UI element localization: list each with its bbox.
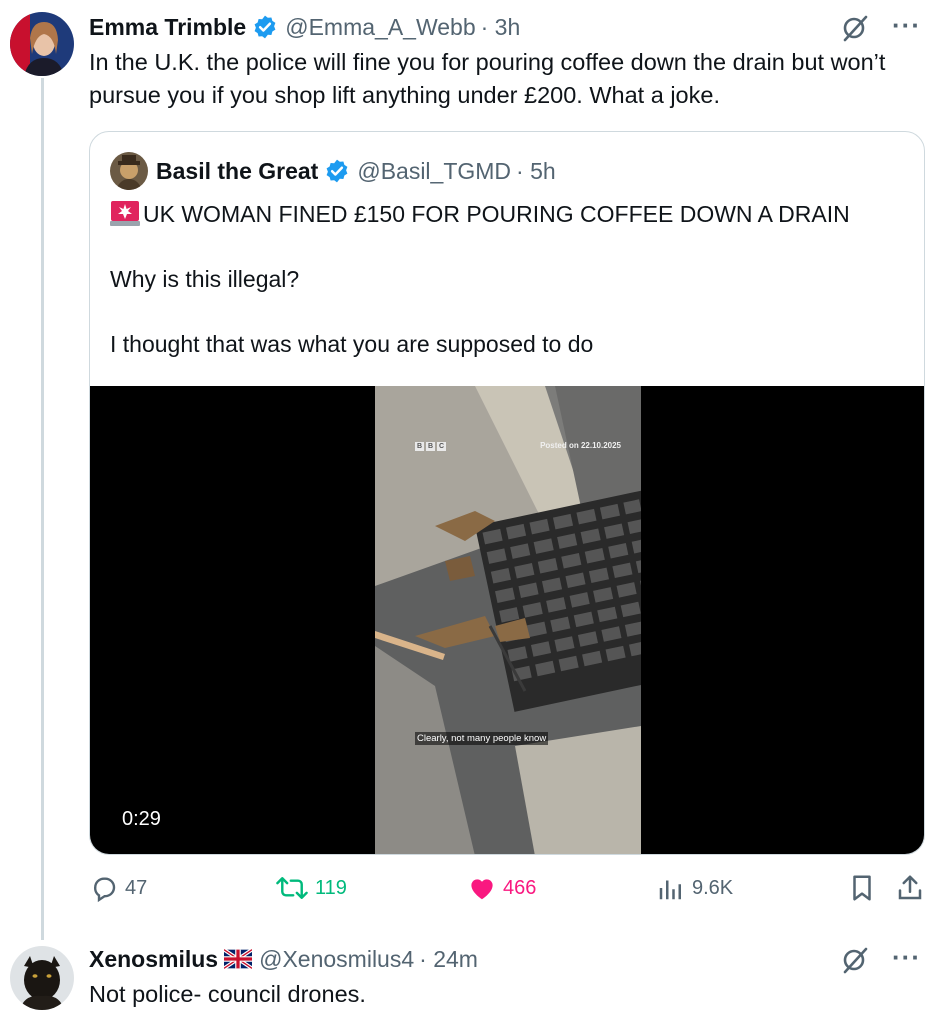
bookmark-icon — [853, 875, 871, 901]
repost-count: 119 — [315, 876, 347, 899]
tweet-text: In the U.K. the police will fine you for… — [89, 49, 886, 108]
share-button[interactable] — [895, 873, 931, 903]
like-icon — [471, 879, 493, 900]
reply-author-handle[interactable]: @Xenosmilus4 — [259, 946, 414, 973]
quoted-line-2: Why is this illegal? — [110, 266, 300, 292]
quoted-tweet-card[interactable]: Basil the Great @Basil_TGMD · 5h UK WOMA… — [89, 131, 925, 855]
grok-icon[interactable] — [839, 12, 871, 44]
bookmark-button[interactable] — [847, 873, 883, 903]
quoted-tweet-header: Basil the Great @Basil_TGMD · 5h — [110, 152, 556, 190]
quoted-headline: UK WOMAN FINED £150 FOR POURING COFFEE D… — [143, 201, 850, 227]
quoted-author-handle[interactable]: @Basil_TGMD — [357, 158, 511, 185]
verified-icon[interactable] — [252, 14, 278, 40]
tweet-header: Emma Trimble @Emma_A_Webb · 3h — [89, 12, 921, 42]
views-button[interactable]: 9.6K — [656, 873, 733, 903]
quoted-author-name[interactable]: Basil the Great — [156, 158, 318, 185]
reply-tweet[interactable]: Xenosmilus @Xenosmilus4 · 24m ··· Not po… — [89, 942, 921, 1011]
author-name[interactable]: Emma Trimble — [89, 14, 246, 41]
reply-tweet-header: Xenosmilus @Xenosmilus4 · 24m — [89, 944, 921, 974]
video-thumbnail — [375, 386, 641, 854]
bbc-logo-watermark: B B C — [415, 442, 446, 451]
video-caption: Clearly, not many people know — [415, 732, 549, 745]
video-player[interactable]: B B C Posted on 22.10.2025 Clearly, not … — [90, 386, 924, 854]
verified-icon[interactable] — [324, 158, 350, 184]
reply-tweet-time[interactable]: · 24m — [419, 946, 478, 973]
reply-author-name[interactable]: Xenosmilus — [89, 946, 218, 973]
video-duration: 0:29 — [122, 808, 161, 830]
siren-icon — [110, 201, 140, 226]
tweet-actions-bar: 47 119 466 9.6K — [89, 873, 927, 909]
video-frame[interactable]: B B C Posted on 22.10.2025 Clearly, not … — [375, 386, 641, 854]
tweet-time[interactable]: · 3h — [481, 14, 521, 41]
repost-button[interactable]: 119 — [275, 873, 347, 903]
view-count: 9.6K — [692, 876, 734, 899]
avatar-xenosmilus[interactable] — [10, 946, 74, 1010]
reply-count: 47 — [125, 876, 148, 899]
main-tweet[interactable]: Emma Trimble @Emma_A_Webb · 3h ··· In th… — [89, 10, 921, 112]
author-handle[interactable]: @Emma_A_Webb — [285, 14, 475, 41]
more-icon[interactable]: ··· — [892, 942, 921, 973]
like-count: 466 — [503, 876, 537, 899]
like-button[interactable]: 466 — [467, 873, 536, 903]
repost-icon — [276, 877, 308, 899]
grok-icon[interactable] — [839, 944, 871, 976]
thread-connector-line — [41, 78, 44, 940]
quoted-line-3: I thought that was what you are supposed… — [110, 331, 594, 357]
avatar-emma[interactable] — [10, 12, 74, 76]
reply-button[interactable]: 47 — [89, 873, 147, 903]
views-icon — [659, 880, 681, 900]
avatar-basil[interactable] — [110, 152, 148, 190]
share-icon — [898, 875, 922, 900]
reply-icon — [94, 877, 116, 903]
posted-date-label: Posted on 22.10.2025 — [540, 441, 621, 450]
quoted-tweet-text: UK WOMAN FINED £150 FOR POURING COFFEE D… — [110, 198, 900, 393]
quoted-tweet-time[interactable]: · 5h — [516, 158, 556, 185]
uk-flag-icon — [224, 949, 253, 969]
more-icon[interactable]: ··· — [892, 10, 921, 41]
reply-text: Not police- council drones. — [89, 981, 366, 1007]
